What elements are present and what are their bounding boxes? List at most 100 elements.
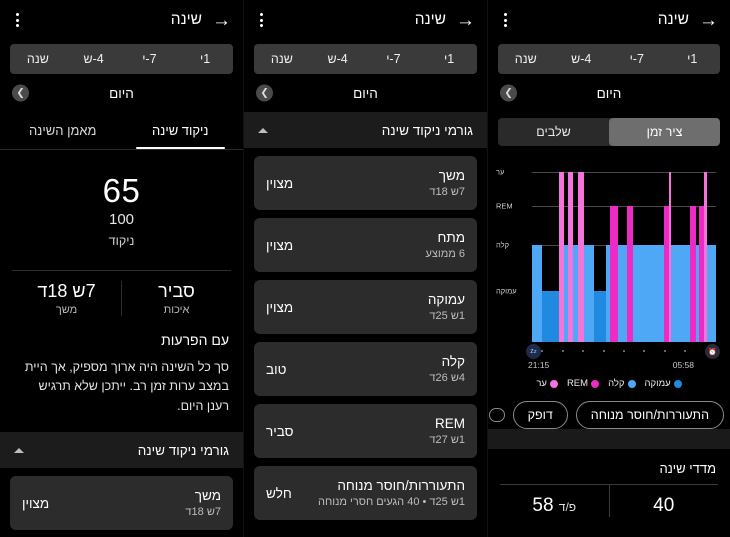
- factor-title: מתח: [437, 230, 466, 245]
- factor-card[interactable]: REM 1ש 27ד סביר: [254, 404, 477, 458]
- range-option-7d[interactable]: 7-י: [366, 44, 422, 74]
- axis-tick-dot: [561, 350, 564, 352]
- screenshot-root: → שינה 1י 7-י 4-ש שנה היום ❯ ניקוד שינה …: [0, 0, 730, 537]
- sleep-stage-bar: [617, 245, 627, 342]
- chevron-right-icon[interactable]: ❯: [256, 84, 273, 102]
- app-bar-title: שינה: [414, 11, 446, 28]
- legend-label: REM: [566, 378, 589, 389]
- factor-card-text: קלה 4ש 26ד: [429, 354, 465, 384]
- legend-color-dot: [627, 379, 636, 388]
- panel-sleep-score: → שינה 1י 7-י 4-ש שנה היום ❯ ניקוד שינה …: [0, 0, 244, 537]
- kebab-dot: [504, 18, 507, 22]
- factor-card[interactable]: עמוקה 1ש 25ד מצוין: [254, 280, 477, 334]
- metric-value-heart-rate: פ/ד 58: [500, 495, 609, 517]
- app-bar-title: שינה: [170, 11, 202, 28]
- range-option-4w[interactable]: 4-ש: [66, 44, 122, 74]
- chevron-right-icon[interactable]: ❯: [500, 84, 517, 102]
- sleep-stage-bar: [610, 206, 618, 342]
- factor-card-text: עמוקה 1ש 25ד: [428, 292, 465, 322]
- kebab-dot: [504, 13, 507, 16]
- range-option-1d[interactable]: 1י: [177, 44, 233, 74]
- range-selector[interactable]: 1י 7-י 4-ש שנה: [10, 44, 233, 74]
- tab-sleep-coach[interactable]: מאמן השינה: [4, 112, 122, 149]
- chip-partial[interactable]: [488, 408, 505, 422]
- app-bar-title-group: → שינה: [415, 11, 475, 30]
- app-bar-right: → שינה: [488, 0, 730, 40]
- chip-restlessness[interactable]: התעוררות/חוסר מנוחה: [575, 401, 724, 429]
- chart-end-time: 05:58: [672, 360, 694, 370]
- axis-tick-dot: [602, 350, 605, 352]
- axis-tick-dot: [663, 350, 666, 352]
- factors-section-title: גורמי ניקוד שינה: [137, 442, 229, 458]
- axis-tick-dot: [541, 350, 544, 352]
- kebab-dot: [16, 24, 19, 27]
- range-option-year[interactable]: שנה: [10, 44, 66, 74]
- axis-label-עמוקה: עמוקה: [496, 286, 517, 296]
- range-option-1d[interactable]: 1י: [665, 44, 721, 74]
- range-option-year[interactable]: שנה: [254, 44, 310, 74]
- chevron-right-icon[interactable]: ❯: [12, 84, 29, 102]
- toggle-timeline[interactable]: ציר זמן: [609, 118, 720, 146]
- tab-sleep-score[interactable]: ניקוד שינה: [122, 112, 240, 149]
- caret-up-icon[interactable]: [258, 127, 268, 133]
- range-option-4w[interactable]: 4-ש: [554, 44, 610, 74]
- factor-card[interactable]: משך 7ש 18ד מצוין: [10, 476, 233, 531]
- kebab-menu-icon[interactable]: [500, 7, 511, 33]
- factor-rating: מצוין: [22, 495, 50, 511]
- arrow-right-icon[interactable]: →: [212, 11, 231, 30]
- metrics-row: 40 פ/ד 58: [488, 484, 730, 517]
- factor-card[interactable]: מתח 6 ממוצע מצוין: [254, 218, 477, 272]
- summary-duration-caption: משך: [55, 304, 78, 316]
- range-option-year[interactable]: שנה: [498, 44, 554, 74]
- range-selector-wrap: 1י 7-י 4-ש שנה: [244, 40, 487, 74]
- factor-card[interactable]: קלה 4ש 26ד טוב: [254, 342, 477, 396]
- range-option-4w[interactable]: 4-ש: [310, 44, 366, 74]
- arrow-right-icon[interactable]: →: [456, 11, 475, 30]
- chart-start-time: 21:15: [528, 360, 550, 370]
- axis-tick-dot: [622, 350, 625, 352]
- axis-label-קלה: קלה: [496, 240, 510, 250]
- axis-label-REM: REM: [496, 201, 513, 211]
- summary-quality-caption: איכות: [163, 304, 190, 316]
- kebab-dot: [504, 24, 507, 27]
- factor-card[interactable]: משך 7ש 18ד מצוין: [254, 156, 477, 210]
- factors-section-header[interactable]: גורמי ניקוד שינה: [244, 112, 487, 148]
- range-selector[interactable]: 1י 7-י 4-ש שנה: [254, 44, 477, 74]
- caret-up-icon[interactable]: [14, 447, 24, 453]
- factors-section-header-left[interactable]: גורמי ניקוד שינה: [0, 432, 243, 469]
- chart-plot: [532, 172, 716, 342]
- legend-item: עמוקה: [645, 378, 682, 389]
- factor-subtitle: 1ש 25ד: [429, 310, 465, 322]
- range-selector-wrap: 1י 7-י 4-ש שנה: [0, 40, 243, 74]
- metric-cell[interactable]: פ/ד 58: [500, 484, 610, 517]
- kebab-dot: [16, 13, 19, 16]
- note-heading: עם הפרעות: [161, 332, 229, 348]
- chip-heart-rate[interactable]: דופק: [512, 401, 568, 429]
- sleep-stage-bar: [593, 291, 606, 342]
- chart-legend: עמוקה קלה REM ער: [488, 378, 730, 389]
- factor-subtitle: 1ש 27ד: [429, 434, 465, 446]
- toggle-stages[interactable]: שלבים: [498, 118, 609, 146]
- app-bar-title-group: → שינה: [658, 11, 718, 30]
- range-selector[interactable]: 1י 7-י 4-ש שנה: [498, 44, 720, 74]
- date-nav-label: היום: [596, 85, 622, 101]
- range-option-7d[interactable]: 7-י: [609, 44, 665, 74]
- sleep-stage-bar: [584, 245, 594, 342]
- factor-rating: מצוין: [266, 175, 294, 191]
- factor-card[interactable]: התעוררות/חוסר מנוחה 1ש 25ד • 40 הגעים חס…: [254, 466, 477, 520]
- date-nav: היום ❯: [244, 74, 487, 112]
- metric-cell[interactable]: 40: [609, 484, 718, 517]
- app-bar-title-group: → שינה: [171, 11, 231, 30]
- legend-color-dot: [591, 379, 600, 388]
- range-selector-wrap: 1י 7-י 4-ש שנה: [488, 40, 730, 74]
- score-tabs: ניקוד שינה מאמן השינה: [0, 112, 243, 150]
- arrow-right-icon[interactable]: →: [699, 11, 718, 30]
- summary-quality-value: סביר: [158, 281, 195, 301]
- kebab-menu-icon[interactable]: [256, 7, 267, 33]
- range-option-1d[interactable]: 1י: [421, 44, 477, 74]
- legend-color-dot: [673, 379, 682, 388]
- view-toggle[interactable]: ציר זמן שלבים: [498, 118, 720, 146]
- factor-subtitle: 7ש 18ד: [185, 506, 221, 519]
- range-option-7d[interactable]: 7-י: [122, 44, 178, 74]
- kebab-menu-icon[interactable]: [12, 7, 23, 33]
